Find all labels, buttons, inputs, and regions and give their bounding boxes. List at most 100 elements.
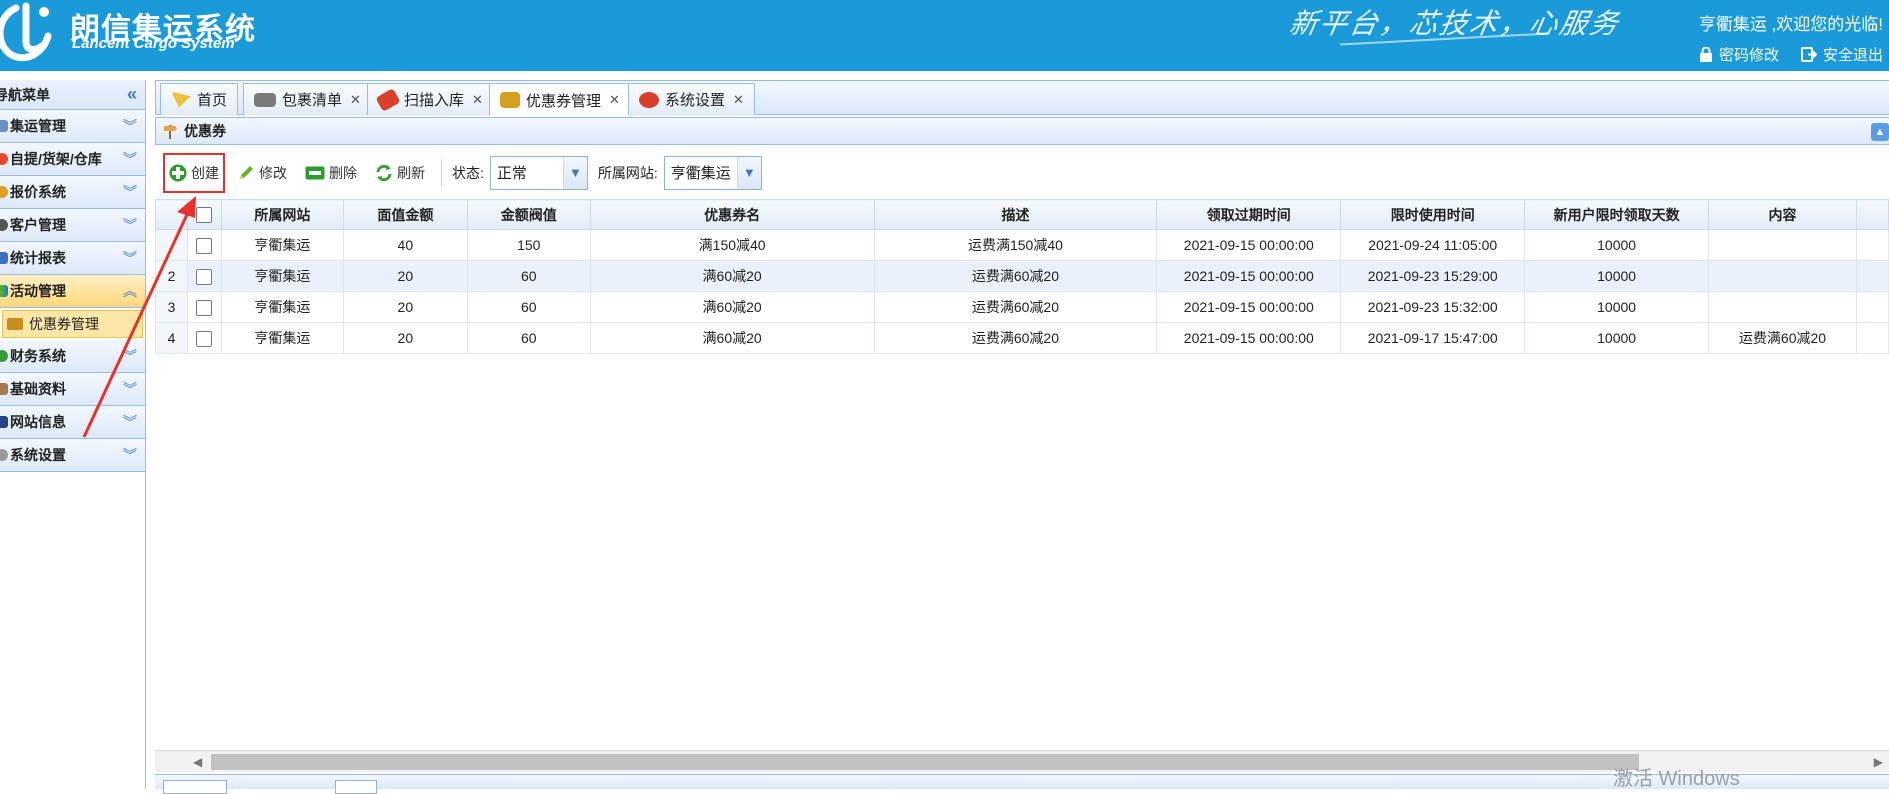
tab-home[interactable]: 首页 bbox=[160, 83, 239, 115]
select-all-checkbox[interactable] bbox=[196, 207, 213, 224]
refresh-button[interactable]: 刷新 bbox=[369, 159, 431, 187]
cell-new-user-days: 10000 bbox=[1524, 260, 1710, 292]
chevron-down-icon: ︾ bbox=[123, 381, 137, 397]
col-header[interactable]: 描述 bbox=[873, 199, 1158, 230]
sidebar-item-basic-data[interactable]: 基础资料 ︾ bbox=[0, 373, 145, 406]
cell-new-user-days: 10000 bbox=[1524, 229, 1710, 261]
cell-content bbox=[1708, 291, 1857, 323]
close-icon[interactable]: ✕ bbox=[609, 92, 620, 108]
col-header[interactable]: 优惠券名 bbox=[589, 199, 875, 230]
app-header: 朗信集运系统 Lancent Cargo System 新平台，芯技术，心服务 … bbox=[0, 0, 1889, 71]
row-checkbox[interactable] bbox=[196, 268, 213, 285]
tab-label: 扫描入库 bbox=[404, 92, 465, 109]
col-header[interactable]: 内容 bbox=[1708, 199, 1857, 230]
chevron-down-icon: ︾ bbox=[123, 447, 137, 463]
cell-extra bbox=[1855, 322, 1889, 354]
scroll-right-icon[interactable]: ▶ bbox=[1874, 755, 1883, 769]
cell-description: 运费满60减20 bbox=[873, 260, 1158, 292]
cell-site: 亨衢集运 bbox=[220, 291, 344, 323]
sidebar-item-customer[interactable]: 客户管理 ︾ bbox=[0, 209, 145, 242]
chevron-down-icon[interactable]: ▼ bbox=[736, 156, 761, 189]
toolbar-separator bbox=[441, 158, 442, 187]
site-select[interactable]: 亨衢集运 ▼ bbox=[663, 155, 762, 190]
row-number bbox=[155, 229, 188, 261]
page-number-input[interactable] bbox=[335, 780, 377, 794]
sidebar-item-shipping[interactable]: 集运管理 ︾ bbox=[0, 110, 145, 143]
activity-icon bbox=[0, 285, 8, 297]
col-header[interactable]: 领取过期时间 bbox=[1156, 199, 1342, 230]
change-password-link[interactable]: 密码修改 bbox=[1699, 44, 1779, 65]
logo-icon bbox=[0, 2, 52, 62]
tab-label: 优惠券管理 bbox=[526, 92, 602, 110]
refresh-icon bbox=[376, 164, 392, 181]
col-header[interactable]: 限时使用时间 bbox=[1340, 199, 1526, 230]
close-icon[interactable]: ✕ bbox=[350, 92, 361, 108]
customer-icon bbox=[0, 219, 8, 231]
logout-label: 安全退出 bbox=[1822, 47, 1883, 64]
chevron-down-icon: ︾ bbox=[123, 348, 137, 364]
sidebar-item-warehouse[interactable]: 自提/货架/仓库 ︾ bbox=[0, 143, 145, 176]
col-header-extra bbox=[1855, 199, 1889, 230]
col-header[interactable]: 金额阀值 bbox=[466, 199, 591, 230]
scrollbar-thumb[interactable] bbox=[211, 754, 1639, 770]
delete-button[interactable]: 删除 bbox=[299, 159, 363, 187]
collapse-up-icon[interactable]: ▲ bbox=[1871, 123, 1889, 141]
sidebar: 导航菜单 « 集运管理 ︾ 自提/货架/仓库 ︾ 报价系统 ︾ 客户管理 ︾ 统计报表 ︾… bbox=[0, 80, 146, 789]
row-select-cell bbox=[186, 229, 222, 261]
logout-link[interactable]: 安全退出 bbox=[1800, 44, 1883, 65]
close-icon[interactable]: ✕ bbox=[733, 92, 744, 108]
sidebar-item-stats[interactable]: 统计报表 ︾ bbox=[0, 242, 145, 275]
cell-extra bbox=[1855, 229, 1889, 261]
chevron-up-icon: ︽ bbox=[123, 283, 137, 299]
table-row[interactable]: 2 亨衢集运 20 60 满60减20 运费满60减20 2021-09-15 … bbox=[155, 260, 1889, 292]
cell-description: 运费满60减20 bbox=[873, 322, 1158, 354]
cell-extra bbox=[1855, 291, 1889, 323]
website-icon bbox=[0, 416, 8, 428]
cell-coupon-name: 满60减20 bbox=[589, 322, 875, 354]
cell-extra bbox=[1855, 260, 1889, 292]
col-header[interactable]: 所属网站 bbox=[220, 199, 344, 230]
cell-content bbox=[1708, 260, 1857, 292]
tab-label: 包裹清单 bbox=[282, 92, 343, 109]
site-label: 所属网站: bbox=[597, 164, 658, 181]
chevron-down-icon[interactable]: ▼ bbox=[562, 156, 587, 189]
col-header[interactable]: 新用户限时领取天数 bbox=[1524, 199, 1710, 230]
sidebar-subitem-coupon[interactable]: 优惠券管理 bbox=[2, 310, 143, 338]
table-row[interactable]: 3 亨衢集运 20 60 满60减20 运费满60减20 2021-09-15 … bbox=[155, 291, 1889, 323]
rownum-header bbox=[155, 199, 188, 230]
chevron-down-icon: ︾ bbox=[123, 184, 137, 200]
toolbar: 创建 修改 删除 刷新 状态: 正常 ▼ 所属网站: 亨衢集运 ▼ bbox=[155, 150, 1889, 195]
cell-coupon-name: 满150减40 bbox=[589, 229, 875, 261]
scroll-left-icon[interactable]: ◀ bbox=[193, 755, 202, 769]
tab-packages[interactable]: 包裹清单 ✕ bbox=[243, 83, 372, 115]
sidebar-item-finance[interactable]: 财务系统 ︾ bbox=[0, 340, 145, 373]
edit-button[interactable]: 修改 bbox=[231, 159, 293, 187]
cell-site: 亨衢集运 bbox=[220, 229, 344, 261]
page-size-select[interactable] bbox=[163, 780, 227, 794]
cell-face-value: 20 bbox=[342, 291, 468, 323]
scan-icon bbox=[375, 87, 401, 112]
row-checkbox[interactable] bbox=[196, 330, 213, 347]
table-row[interactable]: 亨衢集运 40 150 满150减40 运费满150减40 2021-09-15… bbox=[155, 229, 1889, 261]
tab-settings[interactable]: 系统设置 ✕ bbox=[628, 83, 755, 115]
col-header[interactable]: 面值金额 bbox=[342, 199, 468, 230]
create-button[interactable]: 创建 bbox=[163, 152, 225, 193]
cell-claim-expiry: 2021-09-15 00:00:00 bbox=[1156, 260, 1342, 292]
row-checkbox[interactable] bbox=[196, 299, 213, 316]
status-select[interactable]: 正常 ▼ bbox=[489, 155, 588, 190]
sidebar-item-website[interactable]: 网站信息 ︾ bbox=[0, 406, 145, 439]
table-row[interactable]: 4 亨衢集运 20 60 满60减20 运费满60减20 2021-09-15 … bbox=[155, 322, 1889, 354]
table-header-row: 所属网站 面值金额 金额阀值 优惠券名 描述 领取过期时间 限时使用时间 新用户… bbox=[155, 199, 1889, 230]
sidebar-item-quote[interactable]: 报价系统 ︾ bbox=[0, 176, 145, 209]
tab-coupon[interactable]: 优惠券管理 ✕ bbox=[489, 83, 631, 116]
row-checkbox[interactable] bbox=[196, 237, 213, 254]
tab-scan[interactable]: 扫描入库 ✕ bbox=[367, 83, 494, 115]
chevron-down-icon: ︾ bbox=[123, 151, 137, 167]
sidebar-header: 导航菜单 « bbox=[0, 80, 145, 110]
sidebar-item-activity[interactable]: 活动管理 ︽ bbox=[0, 275, 145, 308]
close-icon[interactable]: ✕ bbox=[472, 92, 483, 108]
stats-icon bbox=[0, 252, 8, 264]
sidebar-item-settings[interactable]: 系统设置 ︾ bbox=[0, 439, 145, 472]
collapse-left-icon[interactable]: « bbox=[127, 84, 137, 105]
create-label: 创建 bbox=[191, 164, 219, 181]
